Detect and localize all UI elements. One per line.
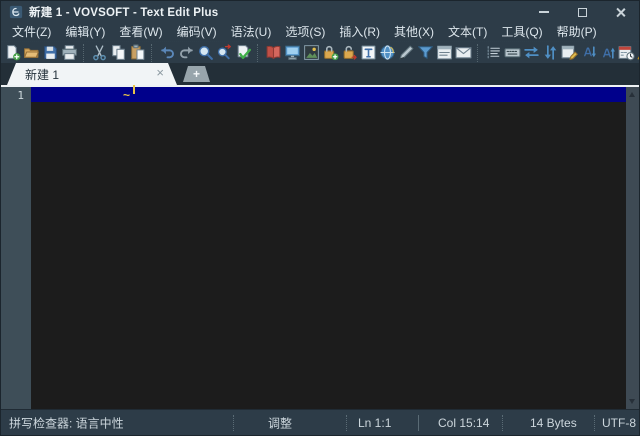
new-document-icon[interactable] — [3, 43, 22, 63]
menu-bar: 文件(Z)编辑(Y)查看(W)编码(V)语法(U)选项(S)插入(R)其他(X)… — [1, 23, 639, 41]
toolbar-separator — [83, 44, 90, 62]
maximize-icon — [578, 8, 587, 17]
tab-label: 新建 1 — [7, 66, 59, 83]
text-input-area[interactable]: ~ — [31, 87, 626, 409]
selected-line-highlight — [31, 87, 626, 102]
lock-add-icon[interactable] — [321, 43, 340, 63]
status-adjust: 调整 — [268, 414, 292, 431]
replace-icon[interactable] — [215, 43, 234, 63]
scroll-down-icon[interactable] — [629, 399, 635, 404]
edit-window-icon[interactable] — [560, 43, 579, 63]
filter-icon[interactable] — [416, 43, 435, 63]
toolbar-separator — [151, 44, 158, 62]
status-spellchecker: 拼写检查器: 语言中性 — [9, 414, 124, 431]
scroll-up-icon[interactable] — [629, 92, 635, 97]
tab-close-icon[interactable]: × — [156, 66, 164, 80]
save-icon[interactable] — [41, 43, 60, 63]
whitespace-marker: ~ — [123, 89, 130, 101]
envelope-icon[interactable] — [454, 43, 473, 63]
undo-icon[interactable] — [158, 43, 177, 63]
sort-ascending-icon[interactable] — [579, 43, 598, 63]
vertical-scrollbar[interactable] — [626, 87, 639, 409]
monitor-icon[interactable] — [283, 43, 302, 63]
window-list-icon[interactable] — [435, 43, 454, 63]
keyboard-icon[interactable] — [503, 43, 522, 63]
status-encoding: UTF-8 — [602, 416, 636, 430]
status-file-size: 14 Bytes — [530, 416, 577, 430]
status-separator — [502, 415, 503, 431]
book-icon[interactable] — [264, 43, 283, 63]
cut-icon[interactable] — [90, 43, 109, 63]
menu-item-6[interactable]: 选项(S) — [278, 23, 332, 41]
app-icon — [9, 5, 23, 19]
menu-item-11[interactable]: 帮助(P) — [550, 23, 604, 41]
font-icon[interactable] — [359, 43, 378, 63]
status-separator — [233, 415, 234, 431]
menu-item-3[interactable]: 查看(W) — [112, 23, 169, 41]
menu-item-9[interactable]: 文本(T) — [441, 23, 494, 41]
redo-icon[interactable] — [177, 43, 196, 63]
open-folder-icon[interactable] — [22, 43, 41, 63]
tab-bar: 新建 1 × + — [1, 63, 639, 87]
status-line: Ln 1:1 — [358, 416, 391, 430]
app-window: 新建 1 - VOVSOFT - Text Edit Plus 文件(Z)编辑(… — [0, 0, 640, 436]
status-separator — [594, 415, 595, 431]
image-icon[interactable] — [302, 43, 321, 63]
minimize-icon — [539, 11, 549, 13]
globe-icon[interactable] — [378, 43, 397, 63]
paste-icon[interactable] — [128, 43, 147, 63]
menu-item-1[interactable]: 文件(Z) — [5, 23, 58, 41]
minimize-button[interactable] — [525, 1, 563, 23]
line-number-gutter: 1 — [1, 87, 31, 409]
text-caret — [133, 85, 135, 94]
close-icon — [615, 7, 626, 18]
sort-descending-icon[interactable] — [598, 43, 617, 63]
close-button[interactable] — [601, 1, 639, 23]
spell-check-icon[interactable] — [234, 43, 253, 63]
swap-horizontal-icon[interactable] — [522, 43, 541, 63]
window-title: 新建 1 - VOVSOFT - Text Edit Plus — [29, 4, 218, 20]
new-tab-button[interactable]: + — [183, 66, 210, 82]
print-icon[interactable] — [60, 43, 79, 63]
toolbar-separator — [477, 44, 484, 62]
status-separator — [346, 415, 347, 431]
status-separator — [418, 415, 419, 431]
editor-area: 1 ~ — [1, 87, 639, 409]
menu-item-2[interactable]: 编辑(Y) — [58, 23, 112, 41]
menu-item-10[interactable]: 工具(Q) — [494, 23, 549, 41]
status-bar: 拼写检查器: 语言中性 调整 Ln 1:1 Col 15:14 14 Bytes… — [1, 409, 639, 435]
calendar-clock-icon[interactable] — [617, 43, 636, 63]
menu-item-4[interactable]: 编码(V) — [170, 23, 224, 41]
warning-icon[interactable] — [636, 43, 640, 63]
swap-vertical-icon[interactable] — [541, 43, 560, 63]
menu-item-5[interactable]: 语法(U) — [224, 23, 279, 41]
window-controls — [525, 1, 639, 23]
line-number: 1 — [1, 88, 24, 103]
list-icon[interactable] — [484, 43, 503, 63]
copy-icon[interactable] — [109, 43, 128, 63]
lock-open-icon[interactable] — [340, 43, 359, 63]
pen-icon[interactable] — [397, 43, 416, 63]
toolbar-separator — [257, 44, 264, 62]
title-bar: 新建 1 - VOVSOFT - Text Edit Plus — [1, 1, 639, 23]
search-icon[interactable] — [196, 43, 215, 63]
menu-item-7[interactable]: 插入(R) — [332, 23, 387, 41]
status-column: Col 15:14 — [438, 416, 489, 430]
toolbar — [1, 41, 639, 63]
tab-document-1[interactable]: 新建 1 × — [7, 63, 177, 85]
menu-item-8[interactable]: 其他(X) — [387, 23, 441, 41]
maximize-button[interactable] — [563, 1, 601, 23]
